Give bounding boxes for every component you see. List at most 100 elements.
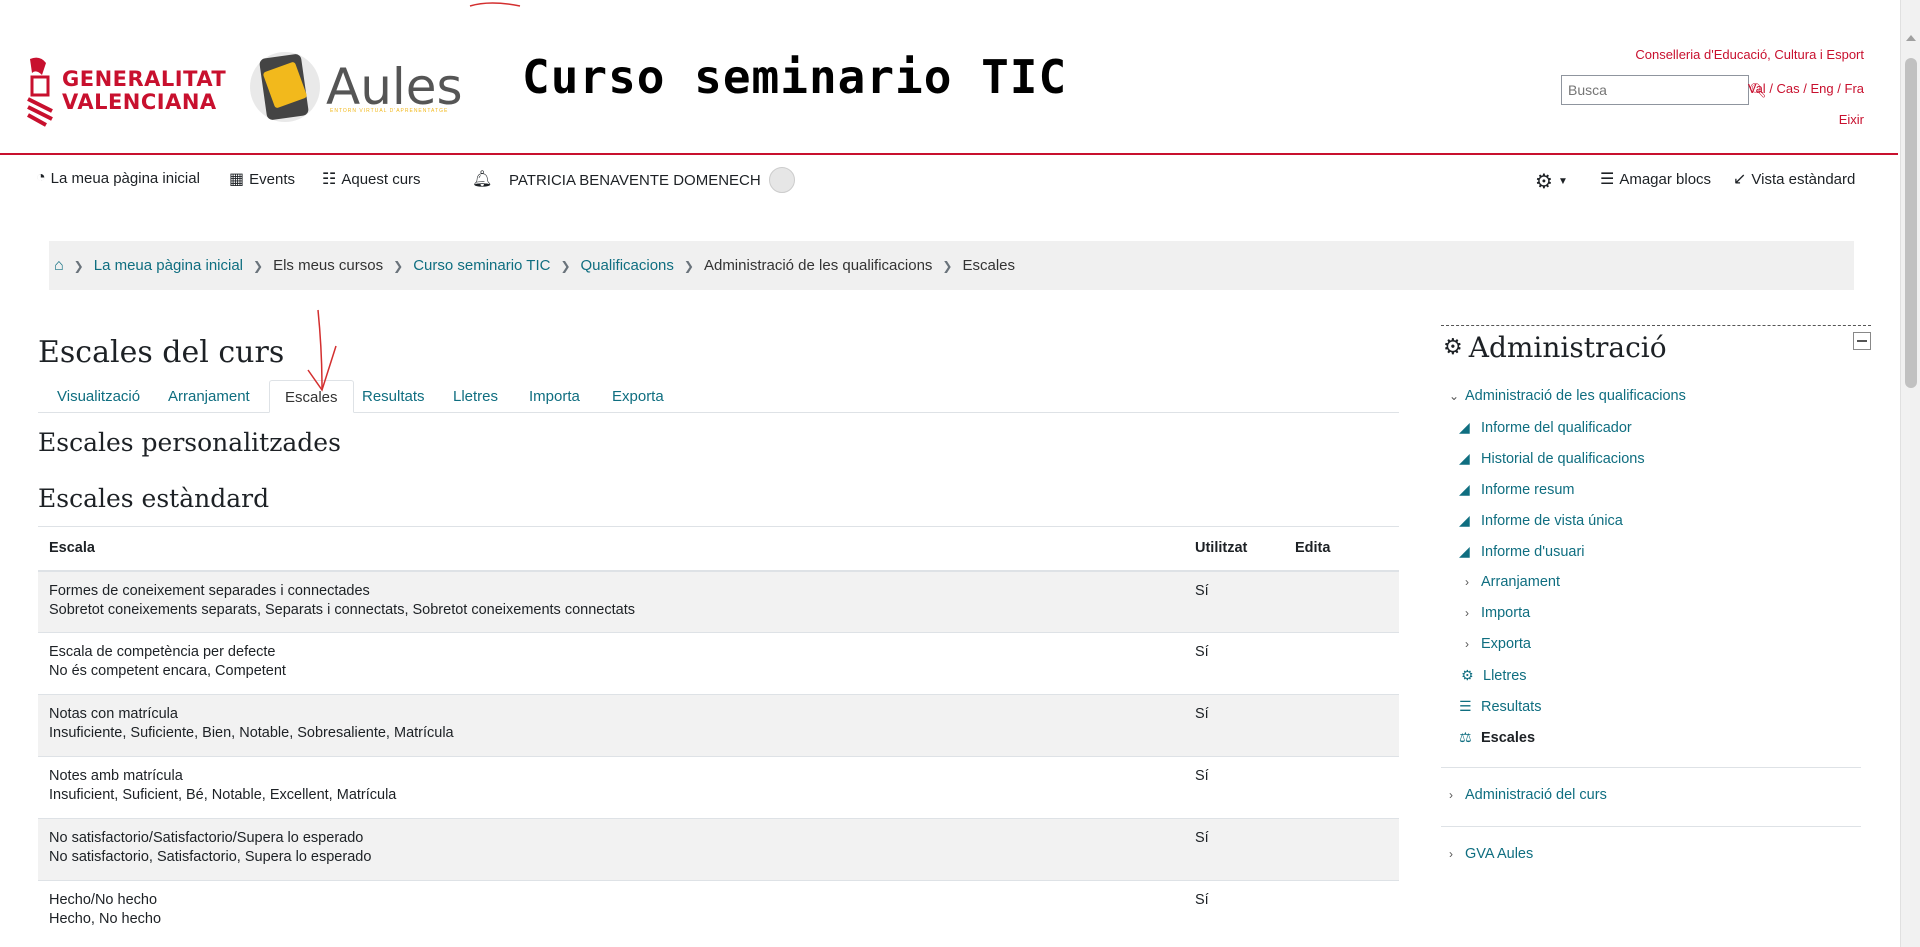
tab-scales[interactable]: Escales: [269, 380, 354, 413]
tree-course-admin[interactable]: › Administració del curs: [1449, 787, 1607, 803]
aules-logo[interactable]: Aules ENTORN VIRTUAL D'APRENENTATGE: [250, 52, 463, 122]
nav-course[interactable]: ☷ Aquest curs: [322, 169, 421, 189]
aules-wordmark: Aules: [326, 58, 463, 116]
scale-items: No satisfactorio, Satisfactorio, Supera …: [49, 849, 372, 865]
generalitat-logo[interactable]: GENERALITAT VALENCIANA: [26, 55, 226, 127]
lang-cas[interactable]: Cas: [1777, 81, 1800, 96]
scale-used: Sí: [1184, 694, 1284, 757]
sidebar-item-label: Informe de vista única: [1481, 512, 1623, 529]
gear-icon: ⚙: [1535, 171, 1553, 193]
breadcrumb-course[interactable]: Curso seminario TIC: [413, 257, 550, 274]
search-input[interactable]: [1562, 77, 1749, 103]
scale-edit-cell: [1284, 880, 1399, 943]
chevron-right-icon: ›: [1465, 606, 1469, 620]
chevron-right-icon: ›: [1465, 575, 1469, 589]
chevron-right-icon: ❯: [683, 258, 694, 273]
lang-fra[interactable]: Fra: [1845, 81, 1865, 96]
sidebar-item-grader-report[interactable]: ◢ Informe del qualificador: [1459, 419, 1632, 436]
user-name: PATRICIA BENAVENTE DOMENECH: [509, 171, 761, 189]
scale-name: Formes de coneixement separades i connec…: [49, 582, 370, 599]
tab-outcomes[interactable]: Resultats: [347, 380, 440, 413]
chart-icon: ◢: [1459, 450, 1470, 466]
course-title: Curso seminario TIC: [522, 50, 1068, 104]
bell-icon: 🔔︎: [472, 171, 493, 188]
generalitat-emblem-icon: [27, 57, 53, 127]
table-row: Notes amb matrícula Insuficient, Suficie…: [38, 756, 1399, 819]
scale-edit-cell: [1284, 570, 1399, 633]
scale-name: Notes amb matrícula: [49, 768, 183, 784]
tab-letters[interactable]: Lletres: [438, 380, 513, 413]
scale-cell: Escala de competència per defecte No és …: [38, 632, 1184, 695]
chart-icon: ◢: [1459, 543, 1470, 559]
sidebar-item-import[interactable]: › Importa: [1465, 605, 1530, 621]
column-header-used: Utilitzat: [1184, 526, 1284, 572]
nav-events[interactable]: ▦ Events: [229, 169, 295, 189]
scale-items: Sobretot coneixements separats, Separats…: [49, 601, 635, 618]
tab-view[interactable]: Visualització: [42, 380, 155, 413]
gear-icon: ⚙: [1461, 667, 1474, 683]
list-icon: ☰: [1459, 698, 1472, 714]
navbar: ◔ La meua pàgina inicial ▦ Events ☷ Aque…: [0, 157, 1898, 207]
conselleria-link[interactable]: Conselleria d'Educació, Cultura i Esport: [1635, 47, 1864, 62]
breadcrumb-home[interactable]: La meua pàgina inicial: [94, 257, 243, 274]
sidebar-item-export[interactable]: › Exporta: [1465, 636, 1531, 652]
tab-setup[interactable]: Arranjament: [153, 380, 265, 413]
hide-blocks-label: Amagar blocs: [1619, 170, 1712, 188]
outdent-icon: ☰: [1600, 171, 1615, 188]
lang-eng[interactable]: Eng: [1811, 81, 1834, 96]
standard-view-button[interactable]: ↙ Vista estàndard: [1733, 169, 1855, 189]
lang-val[interactable]: Val: [1748, 81, 1766, 96]
sidebar-item-label: Resultats: [1481, 698, 1542, 715]
chevron-right-icon: ›: [1465, 637, 1469, 651]
user-menu[interactable]: PATRICIA BENAVENTE DOMENECH: [509, 167, 795, 193]
sidebar-item-overview-report[interactable]: ◢ Informe resum: [1459, 481, 1574, 498]
chevron-right-icon: ❯: [560, 258, 571, 273]
block-title: ⚙ Administració: [1443, 331, 1667, 364]
nav-events-label: Events: [249, 170, 295, 188]
sidebar-item-label: Historial de qualificacions: [1481, 450, 1645, 467]
breadcrumb-my-courses: Els meus cursos: [273, 257, 384, 274]
sidebar-item-scales[interactable]: ⚖ Escales: [1459, 729, 1535, 746]
column-header-scale: Escala: [38, 526, 1184, 572]
scale-cell: Hecho/No hecho Hecho, No hecho: [38, 880, 1184, 943]
sidebar-item-letters[interactable]: ⚙ Lletres: [1461, 667, 1527, 684]
scroll-up-arrow-icon[interactable]: [1906, 35, 1916, 41]
nav-home[interactable]: ◔ La meua pàgina inicial: [36, 169, 200, 187]
chevron-right-icon: ›: [1449, 847, 1453, 861]
chart-icon: ◢: [1459, 419, 1470, 435]
lang-separator: /: [1799, 81, 1811, 96]
scale-items: Hecho, No hecho: [49, 911, 162, 927]
tab-import[interactable]: Importa: [514, 380, 595, 413]
hide-blocks-button[interactable]: ☰ Amagar blocs: [1600, 169, 1711, 189]
logout-link[interactable]: Eixir: [1839, 112, 1864, 127]
divider: [1441, 767, 1861, 768]
sidebar-item-outcomes[interactable]: ☰ Resultats: [1459, 698, 1541, 715]
scale-name: Hecho/No hecho: [49, 892, 158, 908]
scale-cell: No satisfactorio/Satisfactorio/Supera lo…: [38, 818, 1184, 881]
breadcrumb-grades[interactable]: Qualificacions: [581, 257, 674, 274]
sidebar-item-label: Arranjament: [1481, 574, 1560, 590]
tab-export[interactable]: Exporta: [597, 380, 679, 413]
sidebar-item-setup[interactable]: › Arranjament: [1465, 574, 1560, 590]
sidebar-item-user-report[interactable]: ◢ Informe d'usuari: [1459, 543, 1585, 560]
sidebar-item-grade-history[interactable]: ◢ Historial de qualificacions: [1459, 450, 1645, 467]
scale-edit-cell: [1284, 756, 1399, 819]
lang-separator: /: [1833, 81, 1845, 96]
scroll-thumb[interactable]: [1905, 58, 1917, 388]
settings-menu[interactable]: ⚙ ▼: [1535, 169, 1568, 194]
tree-grade-admin[interactable]: ⌄ Administració de les qualificacions: [1449, 388, 1686, 404]
divider: [1441, 826, 1861, 827]
compress-icon: ↙: [1733, 171, 1747, 188]
tree-gva-aules-label: GVA Aules: [1465, 846, 1534, 862]
tree-gva-aules[interactable]: › GVA Aules: [1449, 846, 1533, 862]
notifications-button[interactable]: 🔔︎: [472, 169, 497, 189]
avatar: [768, 167, 795, 193]
collapse-block-button[interactable]: [1853, 332, 1871, 350]
balance-icon: ⚖: [1459, 729, 1472, 745]
gears-icon: ⚙: [1443, 335, 1463, 360]
home-icon[interactable]: ⌂: [54, 257, 64, 275]
page-scrollbar[interactable]: [1900, 0, 1920, 947]
administration-block: ⚙ Administració ⌄ Administració de les q…: [1441, 325, 1871, 862]
tree-course-admin-label: Administració del curs: [1465, 787, 1607, 803]
sidebar-item-singleview-report[interactable]: ◢ Informe de vista única: [1459, 512, 1623, 529]
